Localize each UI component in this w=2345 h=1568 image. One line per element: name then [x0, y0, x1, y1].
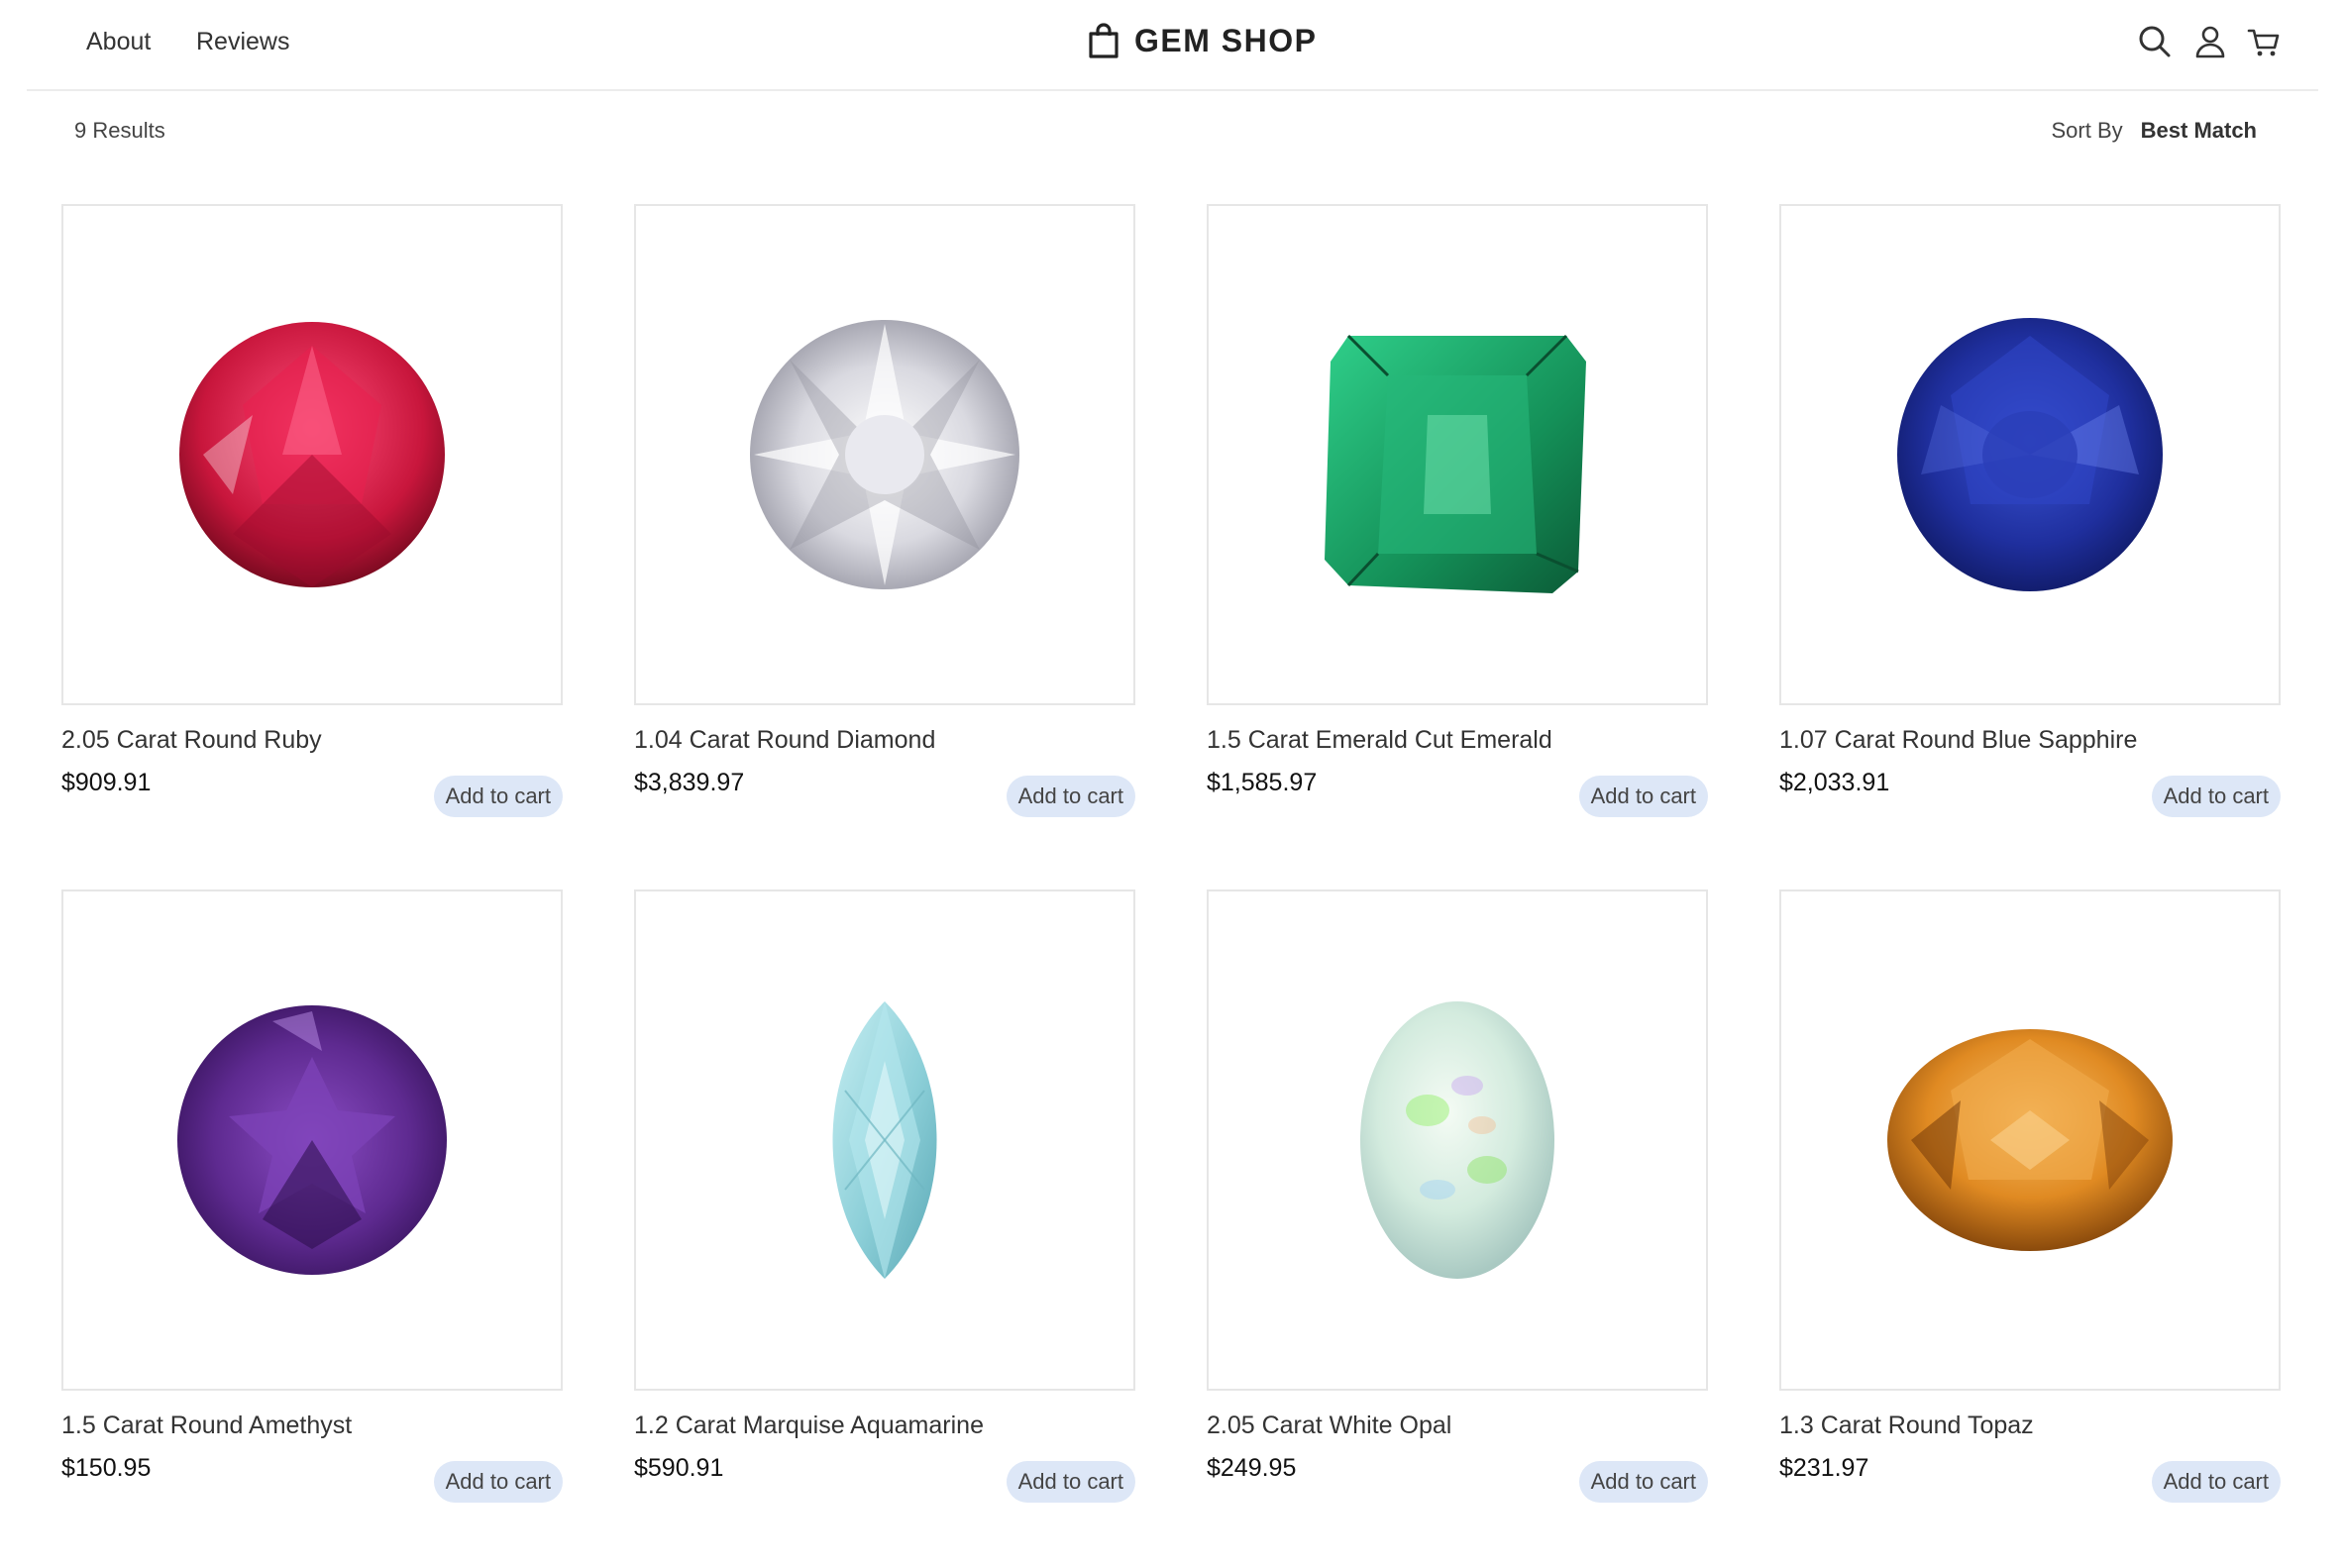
- site-header: About Reviews GEM SHOP: [27, 0, 2318, 91]
- diamond-gem-icon: [750, 320, 1019, 589]
- add-to-cart-button[interactable]: Add to cart: [2151, 776, 2281, 817]
- product-title[interactable]: 1.2 Carat Marquise Aquamarine: [634, 1411, 984, 1440]
- topaz-gem-icon: [1887, 1029, 2173, 1251]
- product-image[interactable]: [1207, 204, 1708, 705]
- product-title[interactable]: 1.07 Carat Round Blue Sapphire: [1779, 726, 2137, 755]
- sort-label: Sort By: [2051, 118, 2123, 143]
- product-price: $231.97: [1779, 1454, 1869, 1482]
- product-title[interactable]: 2.05 Carat White Opal: [1207, 1411, 1451, 1440]
- product-image[interactable]: [1779, 204, 2281, 705]
- product-title[interactable]: 2.05 Carat Round Ruby: [61, 726, 322, 755]
- product-image[interactable]: [1207, 889, 1708, 1391]
- add-to-cart-button[interactable]: Add to cart: [1006, 1461, 1135, 1503]
- brand-logo[interactable]: GEM SHOP: [1087, 22, 1317, 59]
- product-image[interactable]: [634, 889, 1135, 1391]
- product-price: $590.91: [634, 1454, 724, 1482]
- product-image[interactable]: [61, 204, 563, 705]
- cart-icon[interactable]: [2246, 24, 2282, 59]
- product-price: $249.95: [1207, 1454, 1297, 1482]
- results-count: 9 Results: [74, 118, 165, 143]
- add-to-cart-button[interactable]: Add to cart: [1578, 776, 1708, 817]
- nav-reviews-link[interactable]: Reviews: [196, 28, 289, 56]
- brand-name: GEM SHOP: [1134, 22, 1318, 58]
- add-to-cart-button[interactable]: Add to cart: [433, 1461, 563, 1503]
- product-card[interactable]: 1.3 Carat Round Topaz $231.97 Add to car…: [1779, 889, 2281, 1503]
- product-price: $2,033.91: [1779, 769, 1890, 796]
- product-price: $150.95: [61, 1454, 152, 1482]
- opal-gem-icon: [1360, 1001, 1554, 1279]
- product-title[interactable]: 1.5 Carat Emerald Cut Emerald: [1207, 726, 1552, 755]
- product-title[interactable]: 1.3 Carat Round Topaz: [1779, 1411, 2034, 1440]
- product-card[interactable]: 2.05 Carat Round Ruby $909.91 Add to car…: [61, 204, 563, 817]
- ruby-gem-icon: [179, 322, 445, 587]
- product-title[interactable]: 1.04 Carat Round Diamond: [634, 726, 935, 755]
- product-card[interactable]: 2.05 Carat White Opal $249.95 Add to car…: [1207, 889, 1708, 1503]
- add-to-cart-button[interactable]: Add to cart: [433, 776, 563, 817]
- sapphire-gem-icon: [1897, 318, 2163, 591]
- sort-control[interactable]: Sort By Best Match: [2052, 118, 2258, 144]
- product-card[interactable]: 1.07 Carat Round Blue Sapphire $2,033.91…: [1779, 204, 2281, 817]
- nav-about-link[interactable]: About: [86, 28, 151, 56]
- search-icon[interactable]: [2137, 24, 2173, 59]
- shopping-bag-icon: [1089, 23, 1119, 58]
- add-to-cart-button[interactable]: Add to cart: [1006, 776, 1135, 817]
- product-price: $1,585.97: [1207, 769, 1318, 796]
- amethyst-gem-icon: [177, 1005, 447, 1275]
- product-grid: 2.05 Carat Round Ruby $909.91 Add to car…: [61, 204, 2281, 1503]
- sort-value[interactable]: Best Match: [2141, 118, 2257, 144]
- product-image[interactable]: [61, 889, 563, 1391]
- product-image[interactable]: [634, 204, 1135, 705]
- product-title[interactable]: 1.5 Carat Round Amethyst: [61, 1411, 352, 1440]
- emerald-gem-icon: [1325, 334, 1586, 593]
- user-icon[interactable]: [2192, 24, 2228, 59]
- add-to-cart-button[interactable]: Add to cart: [2151, 1461, 2281, 1503]
- product-price: $909.91: [61, 769, 152, 796]
- product-price: $3,839.97: [634, 769, 745, 796]
- product-card[interactable]: 1.5 Carat Emerald Cut Emerald $1,585.97 …: [1207, 204, 1708, 817]
- product-card[interactable]: 1.2 Carat Marquise Aquamarine $590.91 Ad…: [634, 889, 1135, 1503]
- product-card[interactable]: 1.5 Carat Round Amethyst $150.95 Add to …: [61, 889, 563, 1503]
- aquamarine-gem-icon: [832, 1001, 937, 1279]
- product-card[interactable]: 1.04 Carat Round Diamond $3,839.97 Add t…: [634, 204, 1135, 817]
- add-to-cart-button[interactable]: Add to cart: [1578, 1461, 1708, 1503]
- product-image[interactable]: [1779, 889, 2281, 1391]
